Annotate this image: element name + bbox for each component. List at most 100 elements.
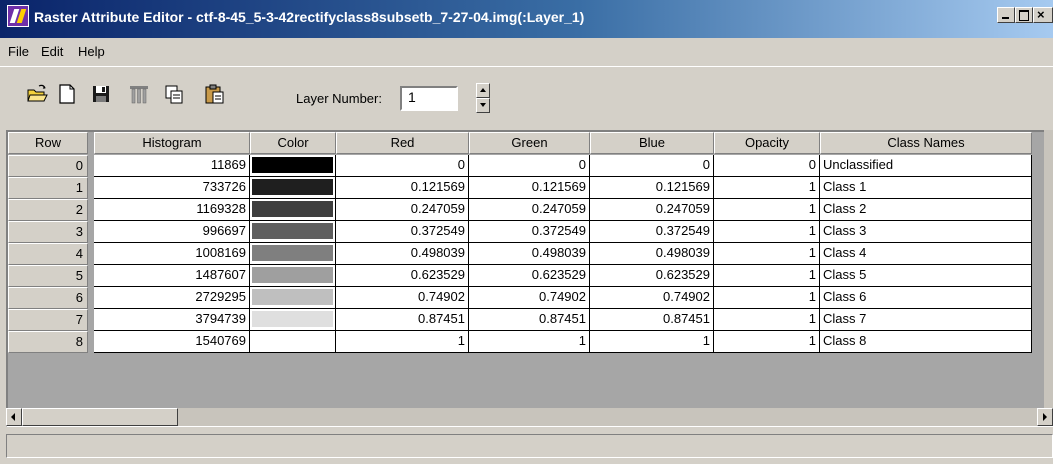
- close-button[interactable]: ×: [1033, 7, 1053, 23]
- layer-number-input[interactable]: 1: [400, 86, 458, 111]
- class-name-cell[interactable]: Class 7: [820, 309, 1032, 331]
- scroll-right-icon[interactable]: [1037, 408, 1053, 426]
- class-name-cell[interactable]: Class 1: [820, 177, 1032, 199]
- class-name-cell[interactable]: Class 2: [820, 199, 1032, 221]
- red-cell[interactable]: 0.87451: [336, 309, 469, 331]
- red-cell[interactable]: 0.372549: [336, 221, 469, 243]
- header-opacity[interactable]: Opacity: [714, 132, 820, 154]
- blue-cell[interactable]: 0.372549: [590, 221, 714, 243]
- header-row[interactable]: Row: [8, 132, 88, 154]
- row-number[interactable]: 6: [8, 287, 88, 309]
- green-cell[interactable]: 0.498039: [469, 243, 590, 265]
- opacity-cell[interactable]: 0: [714, 155, 820, 177]
- opacity-cell[interactable]: 1: [714, 265, 820, 287]
- histogram-cell[interactable]: 1487607: [94, 265, 250, 287]
- red-cell[interactable]: 0.121569: [336, 177, 469, 199]
- header-green[interactable]: Green: [469, 132, 590, 154]
- histogram-cell[interactable]: 733726: [94, 177, 250, 199]
- red-cell[interactable]: 0.498039: [336, 243, 469, 265]
- open-folder-icon[interactable]: [26, 83, 48, 105]
- red-cell[interactable]: 0.623529: [336, 265, 469, 287]
- header-color[interactable]: Color: [250, 132, 336, 154]
- red-cell[interactable]: 1: [336, 331, 469, 353]
- column-properties-icon[interactable]: [128, 83, 150, 105]
- histogram-cell[interactable]: 2729295: [94, 287, 250, 309]
- green-cell[interactable]: 0.247059: [469, 199, 590, 221]
- opacity-cell[interactable]: 1: [714, 221, 820, 243]
- color-cell[interactable]: [250, 221, 336, 243]
- color-cell[interactable]: [250, 309, 336, 331]
- blue-cell[interactable]: 0.121569: [590, 177, 714, 199]
- header-class-names[interactable]: Class Names: [820, 132, 1032, 154]
- scroll-thumb[interactable]: [22, 408, 178, 426]
- opacity-cell[interactable]: 1: [714, 331, 820, 353]
- class-name-cell[interactable]: Class 3: [820, 221, 1032, 243]
- class-name-cell[interactable]: Class 5: [820, 265, 1032, 287]
- color-cell[interactable]: [250, 177, 336, 199]
- row-number[interactable]: 2: [8, 199, 88, 221]
- green-cell[interactable]: 0.121569: [469, 177, 590, 199]
- histogram-cell[interactable]: 11869: [94, 155, 250, 177]
- title-bar[interactable]: Raster Attribute Editor - ctf-8-45_5-3-4…: [0, 0, 1053, 38]
- new-file-icon[interactable]: [56, 83, 78, 105]
- save-icon[interactable]: [90, 83, 112, 105]
- green-cell[interactable]: 0.74902: [469, 287, 590, 309]
- row-number[interactable]: 1: [8, 177, 88, 199]
- copy-icon[interactable]: [163, 83, 185, 105]
- minimize-button[interactable]: [997, 7, 1015, 23]
- row-number[interactable]: 3: [8, 221, 88, 243]
- opacity-cell[interactable]: 1: [714, 309, 820, 331]
- header-histogram[interactable]: Histogram: [94, 132, 250, 154]
- color-cell[interactable]: [250, 243, 336, 265]
- menu-file[interactable]: File: [8, 44, 29, 59]
- blue-cell[interactable]: 0.87451: [590, 309, 714, 331]
- paste-icon[interactable]: [203, 83, 225, 105]
- class-name-cell[interactable]: Class 8: [820, 331, 1032, 353]
- app-icon[interactable]: [7, 5, 29, 27]
- color-cell[interactable]: [250, 331, 336, 353]
- row-number[interactable]: 4: [8, 243, 88, 265]
- maximize-button[interactable]: [1015, 7, 1033, 23]
- red-cell[interactable]: 0.247059: [336, 199, 469, 221]
- blue-cell[interactable]: 0.498039: [590, 243, 714, 265]
- green-cell[interactable]: 1: [469, 331, 590, 353]
- menu-help[interactable]: Help: [78, 44, 105, 59]
- color-cell[interactable]: [250, 199, 336, 221]
- scroll-left-icon[interactable]: [6, 408, 22, 426]
- histogram-cell[interactable]: 3794739: [94, 309, 250, 331]
- histogram-cell[interactable]: 1540769: [94, 331, 250, 353]
- blue-cell[interactable]: 0.623529: [590, 265, 714, 287]
- color-cell[interactable]: [250, 155, 336, 177]
- class-name-cell[interactable]: Unclassified: [820, 155, 1032, 177]
- horizontal-scrollbar[interactable]: [6, 408, 1053, 426]
- row-number[interactable]: 0: [8, 155, 88, 177]
- opacity-cell[interactable]: 1: [714, 287, 820, 309]
- green-cell[interactable]: 0.623529: [469, 265, 590, 287]
- row-number[interactable]: 7: [8, 309, 88, 331]
- row-number[interactable]: 5: [8, 265, 88, 287]
- histogram-cell[interactable]: 996697: [94, 221, 250, 243]
- opacity-cell[interactable]: 1: [714, 199, 820, 221]
- color-cell[interactable]: [250, 287, 336, 309]
- green-cell[interactable]: 0.87451: [469, 309, 590, 331]
- color-cell[interactable]: [250, 265, 336, 287]
- blue-cell[interactable]: 1: [590, 331, 714, 353]
- menu-edit[interactable]: Edit: [41, 44, 63, 59]
- header-red[interactable]: Red: [336, 132, 469, 154]
- histogram-cell[interactable]: 1169328: [94, 199, 250, 221]
- green-cell[interactable]: 0.372549: [469, 221, 590, 243]
- histogram-cell[interactable]: 1008169: [94, 243, 250, 265]
- header-blue[interactable]: Blue: [590, 132, 714, 154]
- vertical-scrollbar[interactable]: [1044, 130, 1053, 408]
- spin-down-icon[interactable]: [476, 98, 490, 113]
- row-number[interactable]: 8: [8, 331, 88, 353]
- class-name-cell[interactable]: Class 6: [820, 287, 1032, 309]
- class-name-cell[interactable]: Class 4: [820, 243, 1032, 265]
- green-cell[interactable]: 0: [469, 155, 590, 177]
- opacity-cell[interactable]: 1: [714, 177, 820, 199]
- blue-cell[interactable]: 0: [590, 155, 714, 177]
- blue-cell[interactable]: 0.247059: [590, 199, 714, 221]
- opacity-cell[interactable]: 1: [714, 243, 820, 265]
- spin-up-icon[interactable]: [476, 83, 490, 98]
- red-cell[interactable]: 0: [336, 155, 469, 177]
